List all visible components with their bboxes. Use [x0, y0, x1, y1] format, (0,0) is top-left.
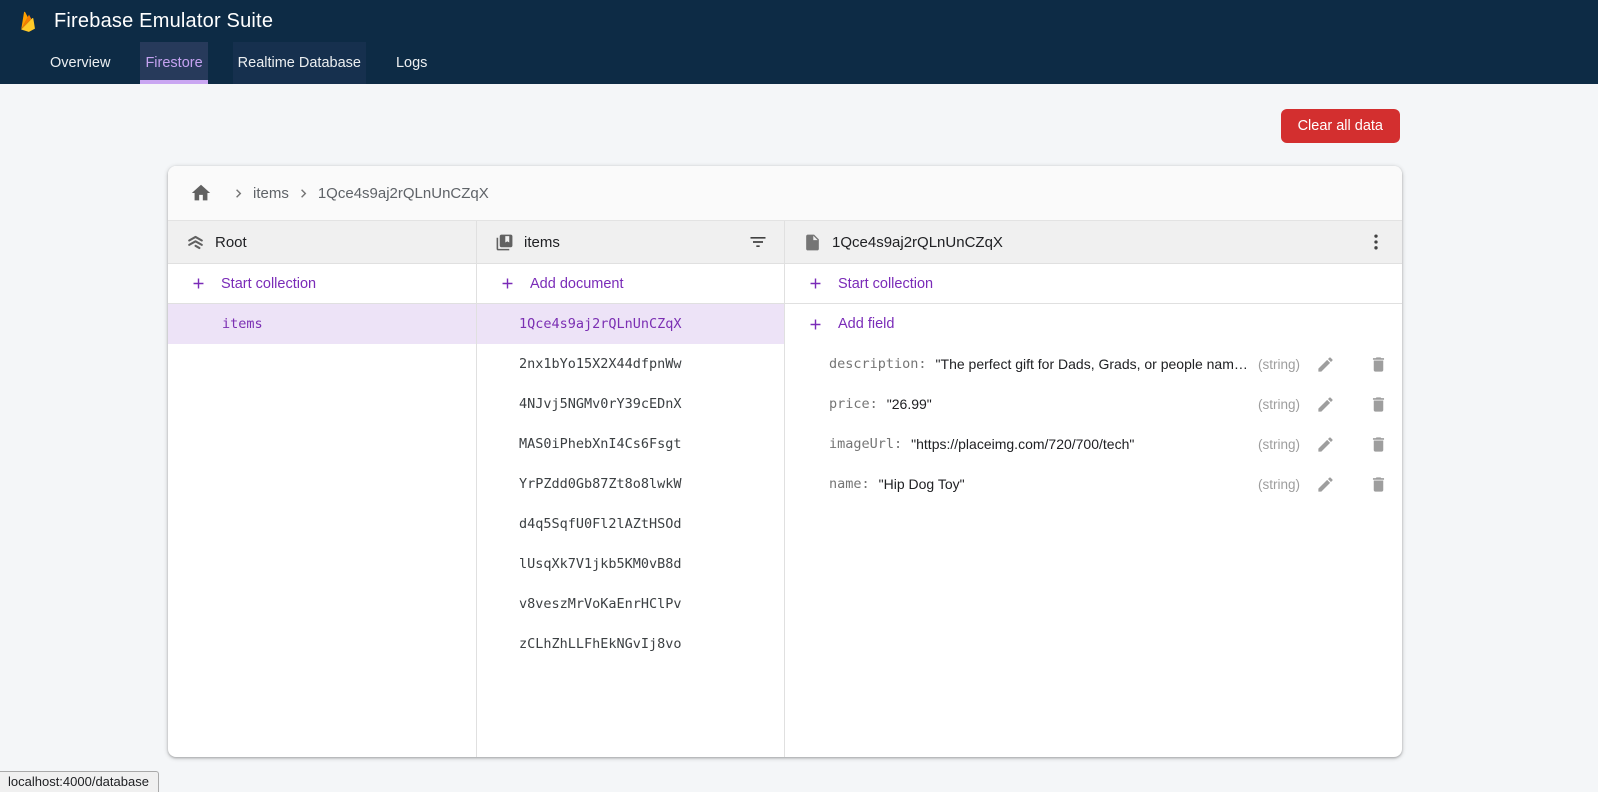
field-row: imageUrl: "https://placeimg.com/720/700/… — [785, 424, 1402, 464]
clear-all-data-button[interactable]: Clear all data — [1281, 109, 1400, 143]
root-panel-title: Root — [215, 234, 247, 251]
firebase-logo-icon — [16, 8, 42, 34]
start-collection-label: Start collection — [838, 276, 933, 292]
document-panel: 1Qce4s9aj2rQLnUnCZqX Start collection — [785, 221, 1402, 757]
nav-tab-label: Overview — [50, 55, 110, 71]
firestore-panel: items 1Qce4s9aj2rQLnUnCZqX — [168, 166, 1402, 757]
edit-field-button[interactable] — [1314, 433, 1337, 456]
document-id: YrPZdd0Gb87Zt8o8lwkW — [519, 476, 682, 492]
document-list-item[interactable]: d4q5SqfU0Fl2lAZtHSOd — [477, 504, 784, 544]
breadcrumb-segment: items — [224, 185, 289, 202]
document-panel-title: 1Qce4s9aj2rQLnUnCZqX — [832, 234, 1003, 251]
document-list: 1Qce4s9aj2rQLnUnCZqX 2nx1bYo15X2X44dfpnW… — [477, 304, 784, 664]
document-list-item[interactable]: 1Qce4s9aj2rQLnUnCZqX — [477, 304, 784, 344]
field-type-badge: (string) — [1258, 357, 1300, 372]
app-header: Firebase Emulator Suite Overview Firesto… — [0, 0, 1598, 84]
field-type-badge: (string) — [1258, 477, 1300, 492]
nav-tab-label: Logs — [396, 55, 427, 71]
breadcrumb-item[interactable]: items — [253, 185, 289, 202]
firestore-columns: Root Start collection items — [168, 221, 1402, 757]
nav-tab[interactable]: Overview — [45, 42, 115, 84]
collection-list-item[interactable]: items — [168, 304, 476, 344]
document-id: 1Qce4s9aj2rQLnUnCZqX — [519, 316, 682, 332]
start-collection-label: Start collection — [221, 276, 316, 292]
edit-field-button[interactable] — [1314, 473, 1337, 496]
add-icon — [499, 275, 516, 292]
field-row: name: "Hip Dog Toy" (string) — [785, 464, 1402, 504]
document-list-item[interactable]: MAS0iPhebXnI4Cs6Fsgt — [477, 424, 784, 464]
start-collection-button[interactable]: Start collection — [785, 264, 1402, 304]
filter-documents-button[interactable] — [746, 230, 770, 254]
collection-panel-header: items — [477, 221, 784, 264]
collection-list: items — [168, 304, 476, 344]
document-id: lUsqXk7V1jkb5KM0vB8d — [519, 556, 682, 572]
collection-name: items — [222, 316, 263, 332]
document-list-item[interactable]: v8veszMrVoKaEnrHClPv — [477, 584, 784, 624]
breadcrumb-item[interactable]: 1Qce4s9aj2rQLnUnCZqX — [318, 185, 489, 202]
document-list-item[interactable]: YrPZdd0Gb87Zt8o8lwkW — [477, 464, 784, 504]
breadcrumb: items 1Qce4s9aj2rQLnUnCZqX — [168, 166, 1402, 221]
field-value: "https://placeimg.com/720/700/tech" — [911, 436, 1248, 452]
document-list-item[interactable]: 2nx1bYo15X2X44dfpnWw — [477, 344, 784, 384]
firestore-root-icon — [186, 233, 205, 252]
field-name: name: — [829, 476, 870, 492]
document-list-item[interactable]: 4NJvj5NGMv0rY39cEDnX — [477, 384, 784, 424]
start-collection-button[interactable]: Start collection — [168, 264, 476, 304]
collection-panel-title: items — [524, 234, 560, 251]
add-icon — [807, 275, 824, 292]
field-name: imageUrl: — [829, 436, 902, 452]
delete-field-button[interactable] — [1367, 353, 1390, 376]
document-panel-header: 1Qce4s9aj2rQLnUnCZqX — [785, 221, 1402, 264]
document-id: v8veszMrVoKaEnrHClPv — [519, 596, 682, 612]
add-document-button[interactable]: Add document — [477, 264, 784, 304]
field-row: description: "The perfect gift for Dads,… — [785, 344, 1402, 384]
field-type-badge: (string) — [1258, 437, 1300, 452]
home-icon[interactable] — [190, 182, 212, 204]
document-list-item[interactable]: lUsqXk7V1jkb5KM0vB8d — [477, 544, 784, 584]
main-nav: Overview Firestore Realtime Database Log… — [0, 42, 1598, 84]
breadcrumb-segment: 1Qce4s9aj2rQLnUnCZqX — [289, 185, 489, 202]
nav-tab[interactable]: Logs — [391, 42, 432, 84]
chevron-right-icon — [230, 185, 247, 202]
nav-tab-label: Firestore — [145, 55, 202, 71]
collection-icon — [495, 233, 514, 252]
add-field-label: Add field — [838, 316, 894, 332]
document-menu-button[interactable] — [1364, 230, 1388, 254]
document-id: 2nx1bYo15X2X44dfpnWw — [519, 356, 682, 372]
add-icon — [190, 275, 207, 292]
field-value: "Hip Dog Toy" — [879, 476, 1248, 492]
nav-tab[interactable]: Firestore — [140, 42, 207, 84]
status-link-preview: localhost:4000/database — [0, 771, 159, 792]
document-icon — [803, 233, 822, 252]
document-list-item[interactable]: zCLhZhLLFhEkNGvIj8vo — [477, 624, 784, 664]
delete-field-button[interactable] — [1367, 433, 1390, 456]
app-title: Firebase Emulator Suite — [54, 10, 273, 33]
field-value: "The perfect gift for Dads, Grads, or pe… — [936, 356, 1248, 372]
delete-field-button[interactable] — [1367, 473, 1390, 496]
nav-tab[interactable]: Realtime Database — [233, 42, 366, 84]
document-id: MAS0iPhebXnI4Cs6Fsgt — [519, 436, 682, 452]
root-panel: Root Start collection items — [168, 221, 477, 757]
add-icon — [807, 316, 824, 333]
delete-field-button[interactable] — [1367, 393, 1390, 416]
field-value: "26.99" — [887, 396, 1248, 412]
add-field-button[interactable]: Add field — [785, 304, 1402, 344]
edit-field-button[interactable] — [1314, 353, 1337, 376]
field-row: price: "26.99" (string) — [785, 384, 1402, 424]
chevron-right-icon — [295, 185, 312, 202]
document-id: d4q5SqfU0Fl2lAZtHSOd — [519, 516, 682, 532]
field-type-badge: (string) — [1258, 397, 1300, 412]
nav-tab-label: Realtime Database — [238, 55, 361, 71]
document-id: 4NJvj5NGMv0rY39cEDnX — [519, 396, 682, 412]
brand: Firebase Emulator Suite — [0, 0, 1598, 42]
field-list: description: "The perfect gift for Dads,… — [785, 344, 1402, 504]
edit-field-button[interactable] — [1314, 393, 1337, 416]
document-id: zCLhZhLLFhEkNGvIj8vo — [519, 636, 682, 652]
field-name: price: — [829, 396, 878, 412]
add-document-label: Add document — [530, 276, 624, 292]
root-panel-header: Root — [168, 221, 476, 264]
collection-panel: items Add document 1Qce4s9aj2rQLnUnCZqX — [477, 221, 785, 757]
field-name: description: — [829, 356, 927, 372]
